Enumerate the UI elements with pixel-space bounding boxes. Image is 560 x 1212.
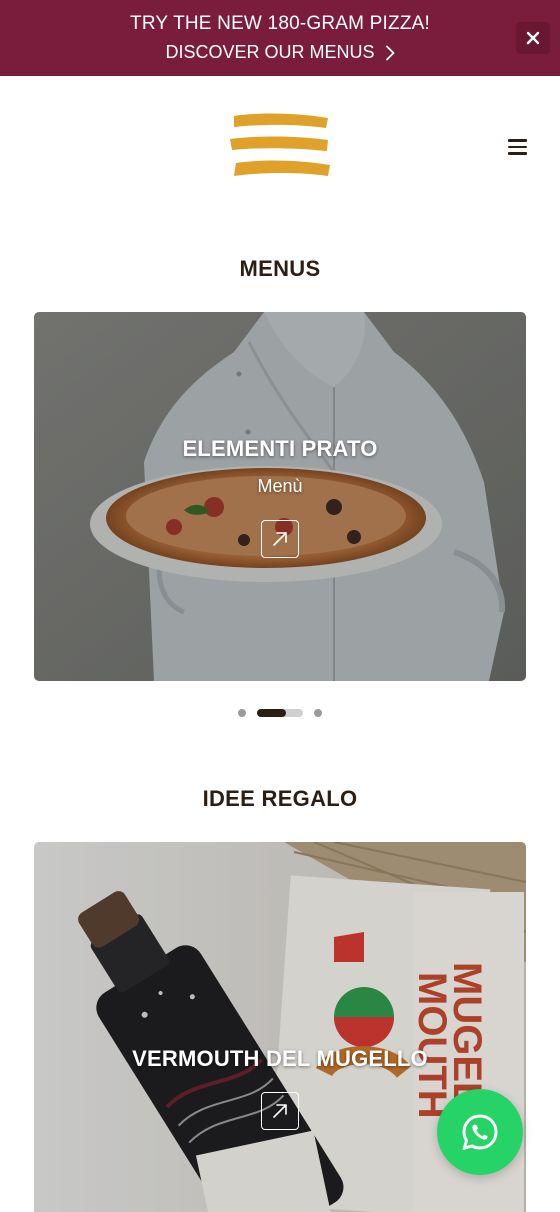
open-menu-button[interactable] bbox=[261, 520, 299, 558]
promo-link-label: DISCOVER OUR MENUS bbox=[165, 42, 375, 62]
carousel-dot-2-active[interactable] bbox=[257, 709, 303, 717]
open-gift-button[interactable] bbox=[261, 1092, 299, 1130]
carousel-pagination bbox=[0, 708, 560, 718]
card-title: VERMOUTH DEL MUGELLO bbox=[132, 1046, 428, 1071]
promo-headline: TRY THE NEW 180-GRAM PIZZA! bbox=[130, 13, 430, 34]
brush-stripes-logo[interactable] bbox=[228, 110, 332, 186]
menu-card-elementi-prato[interactable]: ELEMENTI PRATO Menù bbox=[34, 312, 526, 681]
hamburger-icon bbox=[507, 139, 527, 142]
card-title: ELEMENTI PRATO bbox=[182, 436, 378, 461]
promo-banner: TRY THE NEW 180-GRAM PIZZA! DISCOVER OUR… bbox=[0, 0, 560, 76]
external-arrow-icon bbox=[273, 532, 287, 546]
external-arrow-icon bbox=[273, 1104, 287, 1118]
site-header bbox=[0, 76, 560, 226]
gift-section-title: IDEE REGALO bbox=[202, 786, 358, 811]
whatsapp-icon bbox=[462, 1114, 498, 1151]
chevron-right-icon bbox=[385, 45, 394, 60]
menus-section-title: MENUS bbox=[239, 256, 321, 281]
hamburger-menu-button[interactable] bbox=[500, 132, 534, 162]
promo-discover-link[interactable]: DISCOVER OUR MENUS bbox=[165, 42, 394, 63]
carousel-dot-3[interactable] bbox=[314, 709, 322, 717]
close-icon bbox=[526, 31, 540, 45]
card-subtitle: Menù bbox=[257, 476, 303, 496]
whatsapp-chat-button[interactable] bbox=[437, 1089, 523, 1175]
close-banner-button[interactable] bbox=[516, 22, 550, 54]
carousel-dot-1[interactable] bbox=[238, 709, 246, 717]
